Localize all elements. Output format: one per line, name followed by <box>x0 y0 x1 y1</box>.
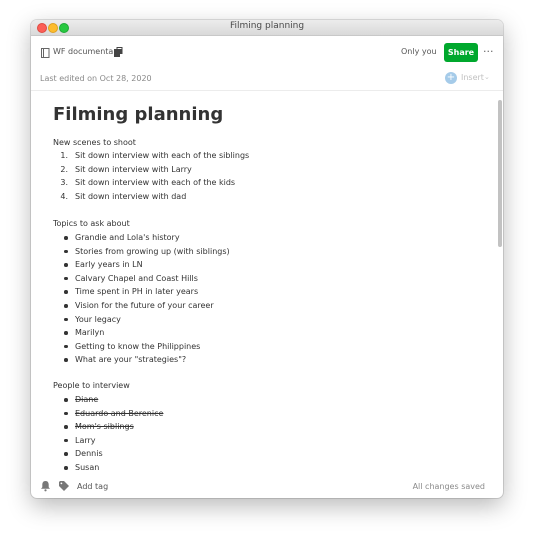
note-toolbar: WF documentary Only you Share ··· <box>31 36 503 70</box>
list-item-text: Stories from growing up (with siblings) <box>75 246 230 256</box>
list-item-text: Eduardo and Berenice <box>75 408 164 418</box>
vertical-scrollbar[interactable] <box>498 100 502 247</box>
list-number: 1. <box>60 151 68 160</box>
notebook-name-link[interactable]: WF documentary <box>53 47 121 56</box>
bullet-icon <box>64 452 68 456</box>
list-item-text: Sit down interview with dad <box>75 191 187 201</box>
list-item-text: Susan <box>75 462 100 472</box>
tag-icon[interactable] <box>58 480 70 492</box>
chevron-down-icon: ⌄ <box>484 73 490 81</box>
list-item-text: Calvary Chapel and Coast Hills <box>75 273 198 283</box>
bullet-icon <box>64 236 68 240</box>
section-heading: New scenes to shoot <box>53 138 136 147</box>
bullet-icon <box>64 358 68 362</box>
bullet-icon <box>64 465 68 470</box>
add-tag-button[interactable]: Add tag <box>77 482 108 491</box>
bullet-icon <box>64 344 68 349</box>
bullet-icon <box>64 276 68 281</box>
note-meta-row: Last edited on Oct 28, 2020 + Insert ⌄ <box>31 70 503 90</box>
list-item-text: Sit down interview with each of the kids <box>75 178 236 188</box>
last-edited-text: Last edited on Oct 28, 2020 <box>40 74 152 83</box>
section-heading: People to interview <box>53 381 130 390</box>
note-footer: Add tag All changes saved <box>31 476 503 498</box>
list-item-text: Larry <box>75 435 96 445</box>
save-status-text: All changes saved <box>412 482 485 491</box>
bullet-icon <box>64 411 68 416</box>
list-item-text: Getting to know the Philippines <box>75 341 201 351</box>
app-window: Filming planning WF documentary Only you… <box>31 20 503 498</box>
plus-icon: + <box>445 72 457 84</box>
bullet-icon <box>64 438 68 443</box>
section-heading: Topics to ask about <box>53 219 130 228</box>
bullet-icon <box>64 331 68 335</box>
list-item-text: Sit down interview with Larry <box>75 164 192 174</box>
note-editor[interactable]: Filming planning New scenes to shoot 1. … <box>31 91 495 477</box>
sharing-status[interactable]: Only you <box>401 47 437 56</box>
list-item-text: Diane <box>75 395 99 404</box>
bullet-icon <box>64 290 68 294</box>
more-options-button[interactable]: ··· <box>483 45 494 58</box>
document-stack-icon <box>114 47 123 57</box>
list-item-text: What are your "strategies"? <box>75 355 187 365</box>
notebook-icon <box>41 48 50 58</box>
bullet-icon <box>64 317 68 322</box>
list-number: 3. <box>60 178 68 188</box>
list-number: 4. <box>60 191 68 201</box>
bullet-icon <box>64 398 68 402</box>
insert-label: Insert <box>461 73 484 82</box>
bullet-icon <box>64 263 68 267</box>
list-item-text: Vision for the future of your career <box>75 300 214 310</box>
list-item-text: Your legacy <box>75 314 121 324</box>
list-item-text: Grandie and Lola's history <box>75 233 180 242</box>
bullet-icon <box>64 249 68 254</box>
list-item-text: Time spent in PH in later years <box>75 287 199 297</box>
list-item-text: Mom's siblings <box>75 422 134 432</box>
list-item-text: Dennis <box>75 449 103 459</box>
list-item-text: Early years in LN <box>75 260 143 270</box>
list-item-text: Sit down interview with each of the sibl… <box>75 151 250 160</box>
list-item-text: Marilyn <box>75 328 105 338</box>
window-title: Filming planning <box>229 21 305 31</box>
window-titlebar: Filming planning <box>31 20 503 36</box>
bullet-icon <box>64 303 68 308</box>
share-button[interactable]: Share <box>444 43 478 62</box>
list-number: 2. <box>60 164 68 174</box>
bell-icon[interactable] <box>40 480 51 492</box>
note-title[interactable]: Filming planning <box>53 104 223 125</box>
bullet-icon <box>64 425 68 429</box>
